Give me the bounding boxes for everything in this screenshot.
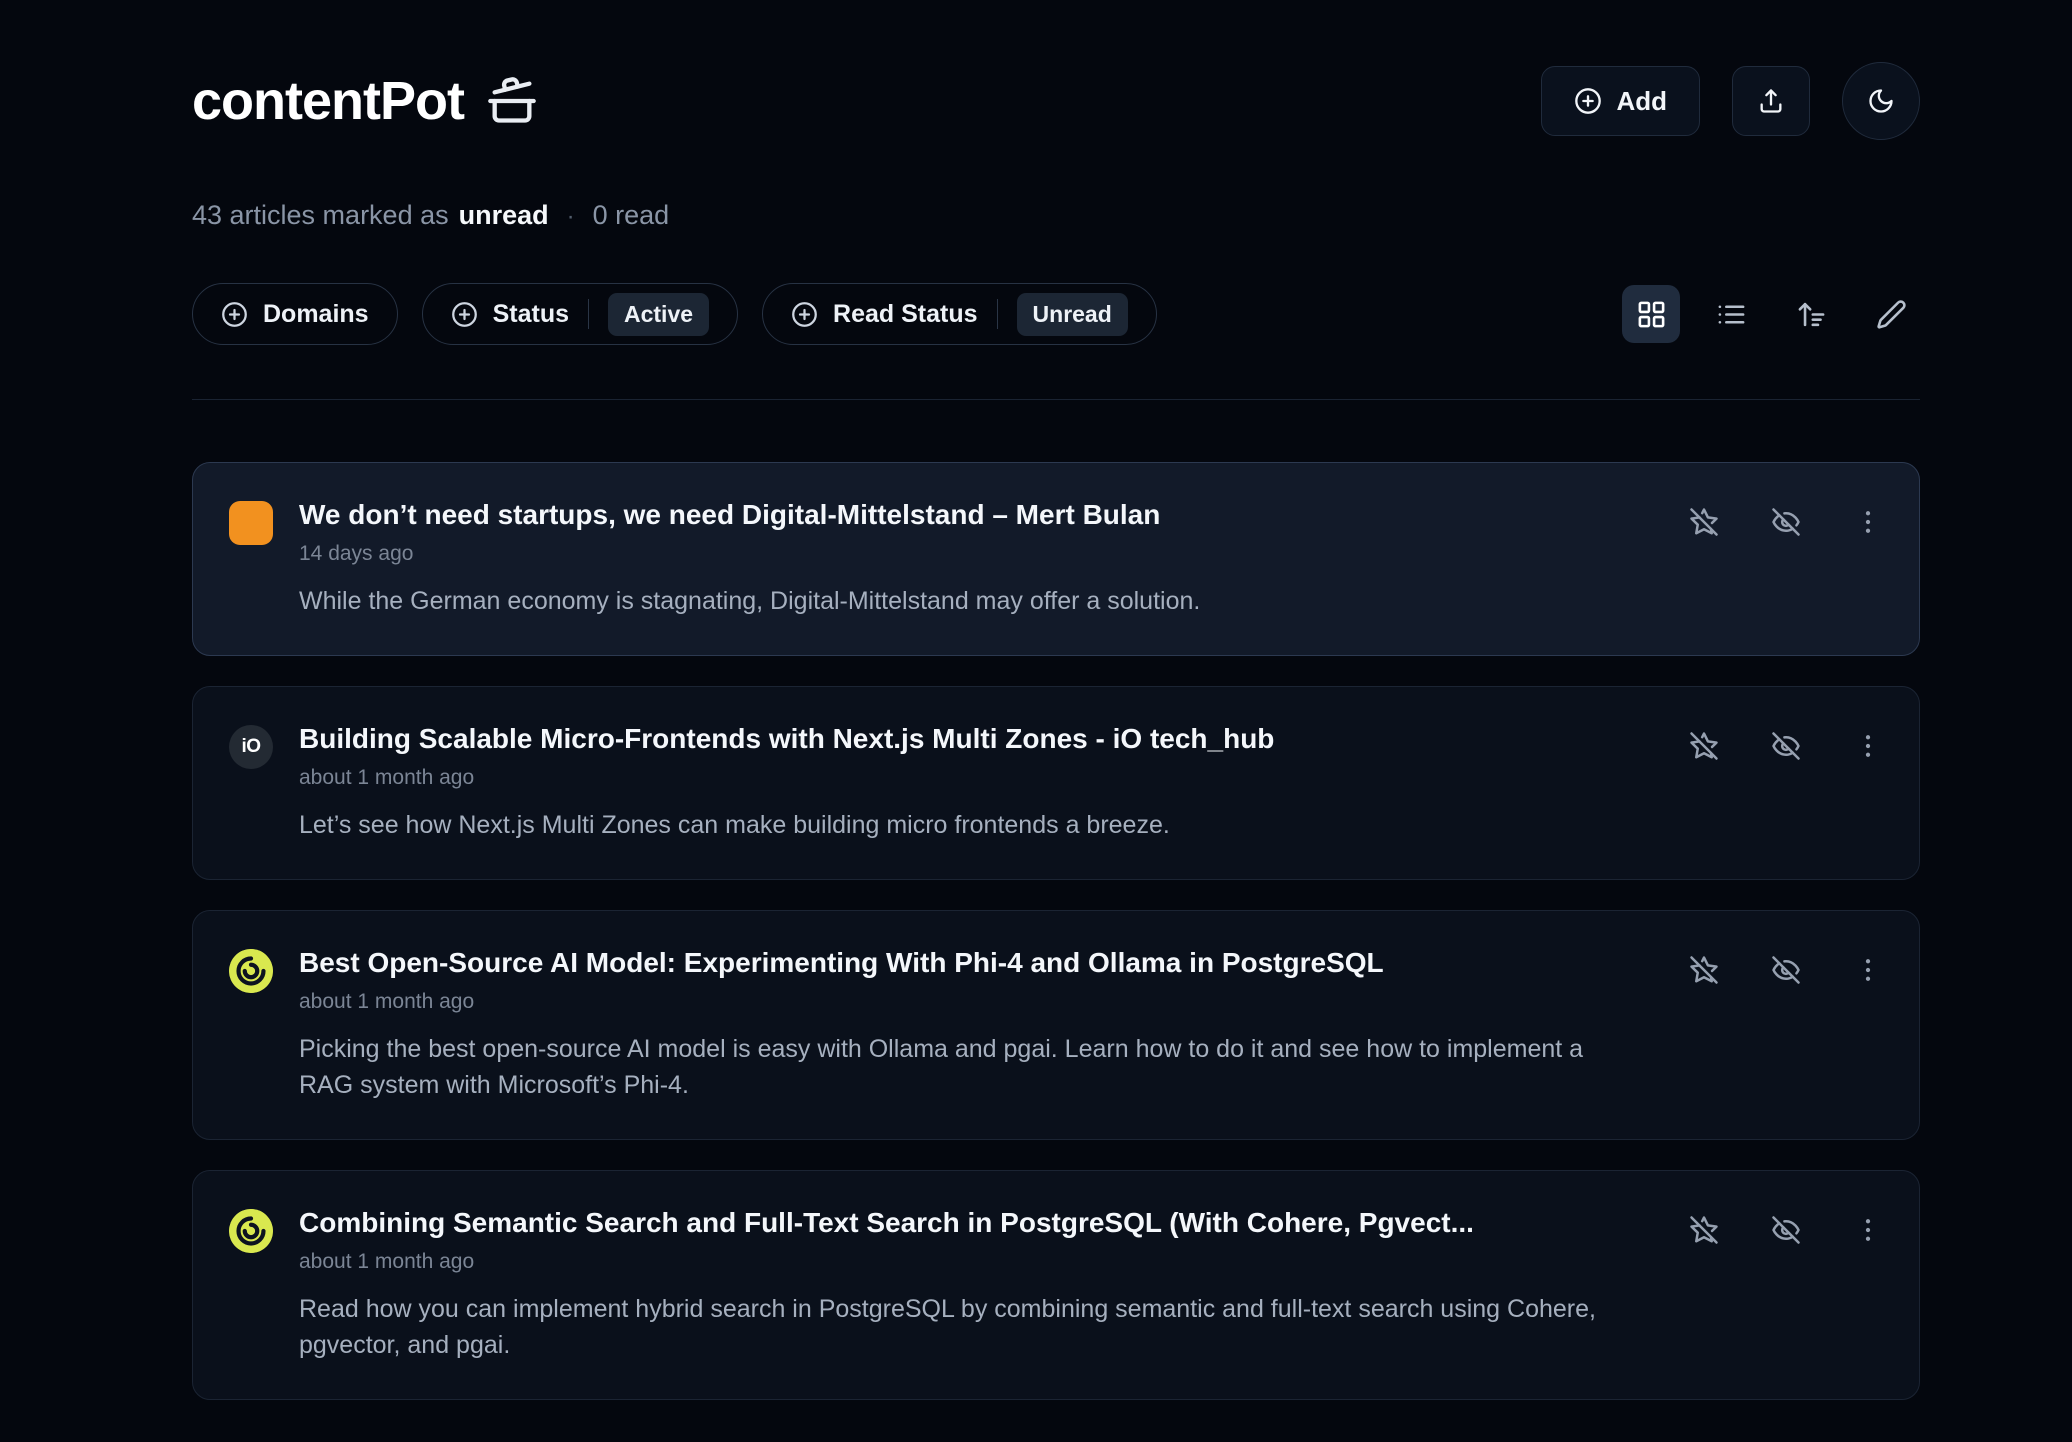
filter-chip-label: Domains xyxy=(263,300,369,329)
eye-off-icon xyxy=(1771,731,1801,761)
hide-button[interactable] xyxy=(1771,955,1801,985)
plus-circle-icon xyxy=(221,301,248,328)
article-description: While the German economy is stagnating, … xyxy=(299,583,1599,619)
unstar-button[interactable] xyxy=(1689,955,1719,985)
ellipsis-vertical-icon xyxy=(1853,507,1883,537)
filter-chip-value: Active xyxy=(608,293,709,336)
more-button[interactable] xyxy=(1853,955,1883,985)
list-view-button[interactable] xyxy=(1702,285,1760,343)
article-body: Building Scalable Micro-Frontends with N… xyxy=(299,723,1663,843)
article-body: Combining Semantic Search and Full-Text … xyxy=(299,1207,1663,1363)
plus-circle-icon xyxy=(1574,87,1602,115)
article-favicon xyxy=(229,501,273,545)
filter-chip[interactable]: Read Status Unread xyxy=(762,283,1157,345)
article-time: about 1 month ago xyxy=(299,1250,1613,1274)
article-title: We don’t need startups, we need Digital-… xyxy=(299,499,1613,531)
unread-count-text: 43 articles marked as xyxy=(192,200,449,231)
article-description: Read how you can implement hybrid search… xyxy=(299,1291,1599,1363)
favicon-swirl-icon xyxy=(229,949,273,993)
article-actions xyxy=(1689,723,1883,761)
add-button-label: Add xyxy=(1616,86,1667,117)
filter-chip-separator xyxy=(588,299,589,329)
article-favicon xyxy=(229,949,273,993)
ellipsis-vertical-icon xyxy=(1853,1215,1883,1245)
article-body: Best Open-Source AI Model: Experimenting… xyxy=(299,947,1663,1103)
article-favicon-text: iO xyxy=(241,736,260,758)
app-root: contentPot Add xyxy=(192,0,1920,1400)
stats-separator: · xyxy=(567,203,575,231)
view-toolbar xyxy=(1622,285,1920,343)
article-time: about 1 month ago xyxy=(299,990,1613,1014)
header-actions: Add xyxy=(1541,62,1920,140)
article-title: Building Scalable Micro-Frontends with N… xyxy=(299,723,1613,755)
article-favicon: iO xyxy=(229,725,273,769)
stats-line: 43 articles marked as unread · 0 read xyxy=(192,200,1920,231)
article-card[interactable]: Best Open-Source AI Model: Experimenting… xyxy=(192,910,1920,1140)
share-button[interactable] xyxy=(1732,66,1810,136)
article-actions xyxy=(1689,1207,1883,1245)
star-off-icon xyxy=(1689,955,1719,985)
article-title: Combining Semantic Search and Full-Text … xyxy=(299,1207,1613,1239)
ellipsis-vertical-icon xyxy=(1853,731,1883,761)
favicon-swirl-icon xyxy=(229,1209,273,1253)
article-actions xyxy=(1689,947,1883,985)
plus-circle-icon xyxy=(791,301,818,328)
filter-chips: Domains Status Active Read Status Unread xyxy=(192,283,1157,345)
edit-button[interactable] xyxy=(1862,285,1920,343)
article-body: We don’t need startups, we need Digital-… xyxy=(299,499,1663,619)
article-time: about 1 month ago xyxy=(299,766,1613,790)
article-title: Best Open-Source AI Model: Experimenting… xyxy=(299,947,1613,979)
article-card[interactable]: We don’t need startups, we need Digital-… xyxy=(192,462,1920,656)
share-icon xyxy=(1757,87,1785,115)
header: contentPot Add xyxy=(192,62,1920,140)
article-actions xyxy=(1689,499,1883,537)
divider xyxy=(192,399,1920,400)
more-button[interactable] xyxy=(1853,1215,1883,1245)
moon-icon xyxy=(1867,87,1895,115)
article-card[interactable]: iO Building Scalable Micro-Frontends wit… xyxy=(192,686,1920,880)
grid-view-button[interactable] xyxy=(1622,285,1680,343)
hide-button[interactable] xyxy=(1771,507,1801,537)
unread-word: unread xyxy=(459,200,549,231)
edit-pencil-icon xyxy=(1876,299,1907,330)
filter-chip-label: Read Status xyxy=(833,300,977,329)
filter-row: Domains Status Active Read Status Unread xyxy=(192,283,1920,345)
unstar-button[interactable] xyxy=(1689,1215,1719,1245)
read-count-text: 0 read xyxy=(593,200,670,231)
ellipsis-vertical-icon xyxy=(1853,955,1883,985)
article-time: 14 days ago xyxy=(299,542,1613,566)
theme-toggle-button[interactable] xyxy=(1842,62,1920,140)
cooking-pot-icon xyxy=(486,75,538,127)
filter-chip[interactable]: Domains xyxy=(192,283,398,345)
more-button[interactable] xyxy=(1853,507,1883,537)
eye-off-icon xyxy=(1771,507,1801,537)
filter-chip[interactable]: Status Active xyxy=(422,283,738,345)
title-wrap: contentPot xyxy=(192,70,538,132)
unstar-button[interactable] xyxy=(1689,731,1719,761)
sort-ascending-icon xyxy=(1796,299,1827,330)
grid-view-icon xyxy=(1636,299,1667,330)
page-title: contentPot xyxy=(192,70,464,132)
article-favicon xyxy=(229,1209,273,1253)
article-card[interactable]: Combining Semantic Search and Full-Text … xyxy=(192,1170,1920,1400)
hide-button[interactable] xyxy=(1771,731,1801,761)
eye-off-icon xyxy=(1771,955,1801,985)
filter-chip-separator xyxy=(997,299,998,329)
plus-circle-icon xyxy=(451,301,478,328)
list-view-icon xyxy=(1716,299,1747,330)
eye-off-icon xyxy=(1771,1215,1801,1245)
article-description: Let’s see how Next.js Multi Zones can ma… xyxy=(299,807,1599,843)
hide-button[interactable] xyxy=(1771,1215,1801,1245)
sort-button[interactable] xyxy=(1782,285,1840,343)
filter-chip-label: Status xyxy=(493,300,569,329)
article-list: We don’t need startups, we need Digital-… xyxy=(192,462,1920,1400)
star-off-icon xyxy=(1689,507,1719,537)
more-button[interactable] xyxy=(1853,731,1883,761)
article-description: Picking the best open-source AI model is… xyxy=(299,1031,1599,1103)
star-off-icon xyxy=(1689,731,1719,761)
add-button[interactable]: Add xyxy=(1541,66,1700,136)
unstar-button[interactable] xyxy=(1689,507,1719,537)
filter-chip-value: Unread xyxy=(1017,293,1128,336)
star-off-icon xyxy=(1689,1215,1719,1245)
